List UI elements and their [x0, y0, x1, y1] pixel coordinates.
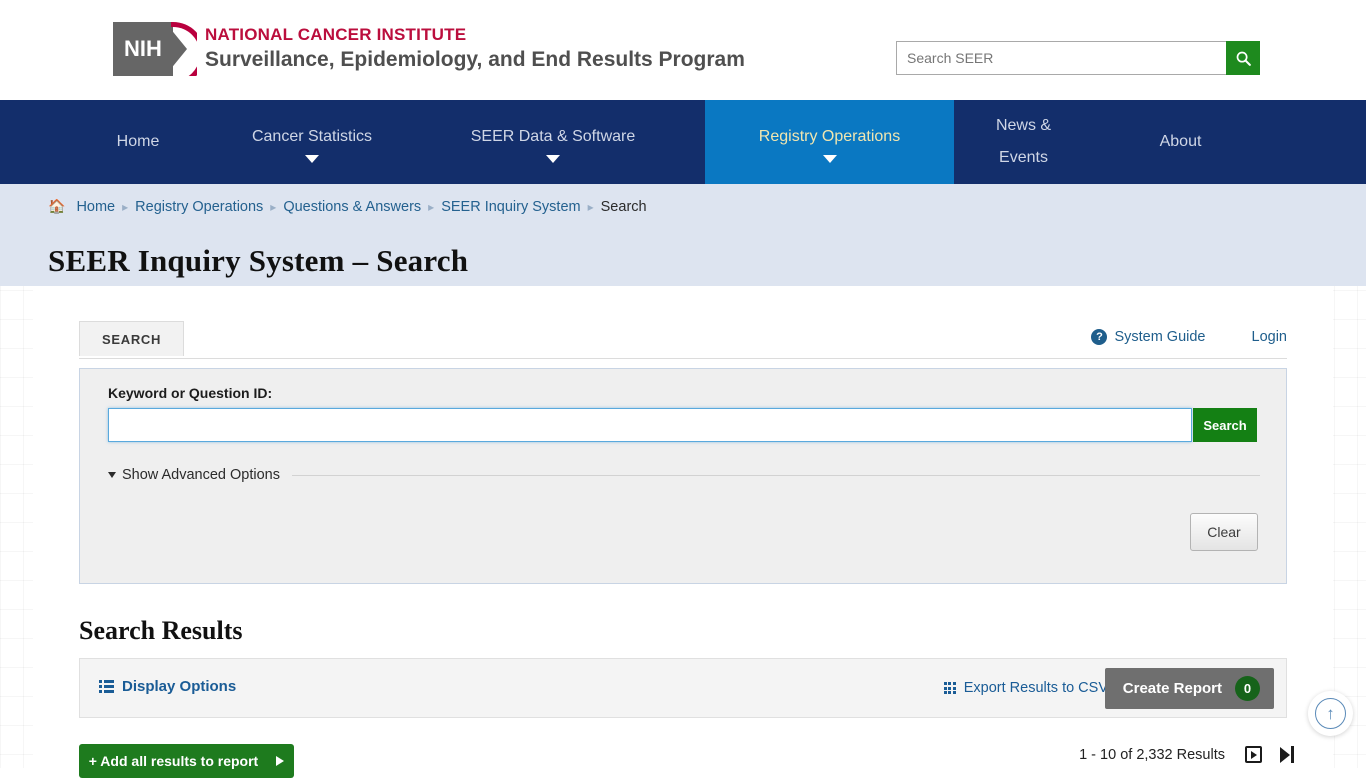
logo-textblock: NATIONAL CANCER INSTITUTE Surveillance, … — [205, 24, 745, 74]
caret-down-icon — [108, 472, 116, 478]
breadcrumb-separator: ▸ — [428, 199, 435, 214]
breadcrumb-item-questions-answers[interactable]: Questions & Answers — [283, 199, 421, 215]
back-to-top-button[interactable]: ↑ — [1308, 691, 1353, 736]
breadcrumb-separator: ▸ — [270, 199, 277, 214]
keyword-input-row: Search — [108, 408, 1257, 442]
content-card: SEARCH ? System Guide Login Keyword or Q… — [33, 286, 1333, 778]
pagination-controls — [1245, 746, 1294, 763]
search-panel: Keyword or Question ID: Search Show Adva… — [79, 368, 1287, 584]
logo-line-program: Surveillance, Epidemiology, and End Resu… — [205, 48, 745, 71]
export-csv-button[interactable]: Export Results to CSV — [943, 680, 1108, 696]
breadcrumb-separator: ▸ — [587, 199, 594, 214]
nav-label: Home — [116, 133, 160, 150]
breadcrumb-item-home[interactable]: Home — [76, 199, 115, 215]
nav-item-cancer-statistics[interactable]: Cancer Statistics — [197, 100, 427, 184]
page-title: SEER Inquiry System – Search — [48, 242, 469, 278]
site-search-button[interactable] — [1226, 41, 1260, 75]
breadcrumb-item-seer-inquiry-system[interactable]: SEER Inquiry System — [441, 199, 580, 215]
advanced-options-row: Show Advanced Options — [108, 467, 1260, 483]
site-search-input[interactable] — [896, 41, 1226, 75]
header-search — [896, 41, 1260, 75]
nih-logo-text: NIH — [124, 36, 162, 61]
breadcrumb-item-search: Search — [600, 198, 647, 215]
breadcrumb-band: 🏠 Home ▸ Registry Operations ▸ Questions… — [0, 184, 1366, 286]
search-button[interactable]: Search — [1193, 408, 1257, 442]
search-icon — [1236, 51, 1251, 66]
add-all-results-label: + Add all results to report — [88, 753, 259, 769]
create-report-count-badge: 0 — [1235, 676, 1260, 701]
divider — [292, 474, 1260, 476]
search-results-heading: Search Results — [79, 615, 243, 645]
nav-label-second-line: Events — [999, 149, 1048, 166]
chevron-down-icon — [822, 155, 837, 163]
create-report-button[interactable]: Create Report 0 — [1104, 668, 1274, 709]
display-options-label: Display Options — [122, 678, 237, 695]
nav-item-about[interactable]: About — [1093, 100, 1268, 184]
nav-label: Cancer Statistics — [251, 128, 373, 145]
advanced-options-label: Show Advanced Options — [122, 467, 280, 483]
play-triangle-icon — [276, 756, 285, 766]
clear-button[interactable]: Clear — [1190, 513, 1258, 551]
results-count-text: 1 - 10 of 2,332 Results — [1079, 747, 1225, 763]
login-link[interactable]: Login — [1252, 329, 1287, 345]
nih-logo-mark: NIH — [113, 22, 197, 76]
nav-label: Registry Operations — [758, 128, 901, 145]
main-navigation: Home Cancer Statistics SEER Data & Softw… — [0, 100, 1366, 184]
site-header: NIH NATIONAL CANCER INSTITUTE Surveillan… — [0, 0, 1366, 100]
next-page-icon[interactable] — [1245, 746, 1262, 763]
nih-arc-icon — [171, 22, 197, 76]
list-icon — [99, 680, 114, 693]
tab-row: SEARCH ? System Guide Login — [79, 321, 1287, 359]
keyword-field-label: Keyword or Question ID: — [108, 385, 273, 401]
tab-utility-links: ? System Guide Login — [1091, 329, 1287, 345]
system-guide-label: System Guide — [1114, 329, 1206, 345]
nav-item-news-events[interactable]: News & Events — [954, 100, 1093, 184]
nav-label: SEER Data & Software — [470, 128, 636, 145]
home-icon: 🏠 — [48, 198, 66, 214]
breadcrumb-item-registry-operations[interactable]: Registry Operations — [135, 199, 263, 215]
nav-item-registry-operations[interactable]: Registry Operations — [705, 100, 954, 184]
nih-hex-icon: NIH — [113, 22, 173, 76]
grid-icon — [943, 682, 956, 694]
breadcrumb: 🏠 Home ▸ Registry Operations ▸ Questions… — [48, 198, 647, 215]
logo-line-institute: NATIONAL CANCER INSTITUTE — [205, 25, 467, 44]
breadcrumb-separator: ▸ — [122, 199, 129, 214]
nav-item-seer-data-software[interactable]: SEER Data & Software — [427, 100, 679, 184]
chevron-down-icon — [546, 155, 560, 163]
nav-label: News & — [995, 117, 1052, 134]
keyword-input[interactable] — [108, 408, 1192, 442]
nci-seer-logo[interactable]: NIH NATIONAL CANCER INSTITUTE Surveillan… — [113, 22, 745, 76]
last-page-icon[interactable] — [1280, 746, 1294, 763]
display-options-button[interactable]: Display Options — [99, 678, 236, 695]
add-all-results-button[interactable]: + Add all results to report — [79, 744, 294, 778]
show-advanced-options-toggle[interactable]: Show Advanced Options — [108, 467, 280, 483]
tab-search[interactable]: SEARCH — [79, 321, 185, 356]
question-circle-icon: ? — [1091, 329, 1108, 345]
create-report-label: Create Report — [1122, 680, 1222, 697]
nav-label: About — [1159, 133, 1202, 150]
results-toolbar: Display Options Export Results to CSV Cr… — [79, 658, 1287, 718]
export-csv-label: Export Results to CSV — [963, 680, 1108, 696]
arrow-up-icon: ↑ — [1315, 698, 1346, 729]
chevron-down-icon — [305, 155, 319, 163]
nav-item-home[interactable]: Home — [79, 100, 197, 184]
system-guide-link[interactable]: ? System Guide — [1091, 329, 1206, 345]
